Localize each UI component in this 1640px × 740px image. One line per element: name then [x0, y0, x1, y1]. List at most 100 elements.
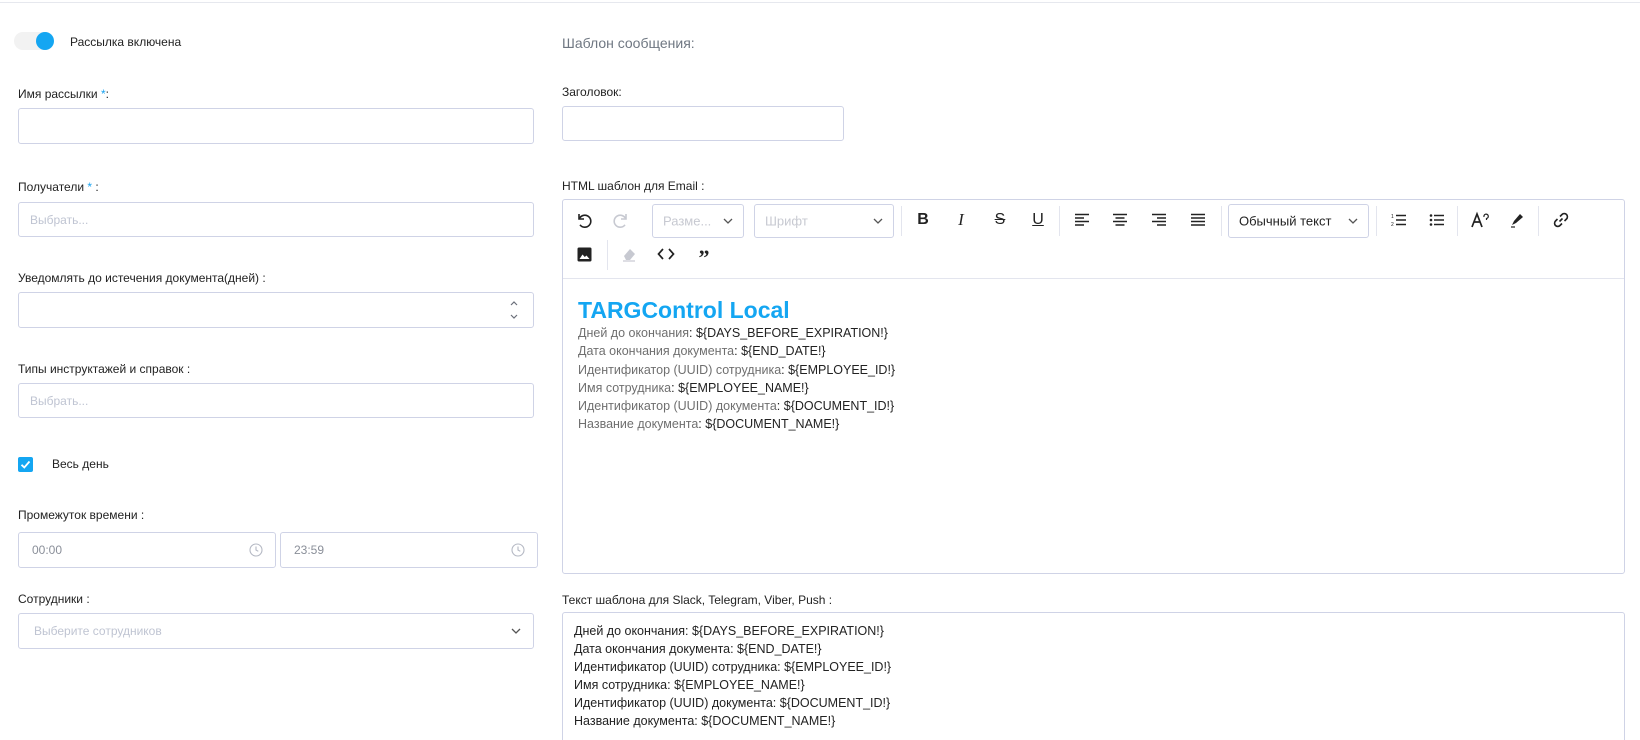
toolbar-divider	[607, 240, 608, 270]
html-line: Дата окончания документа: ${END_DATE!}	[578, 344, 826, 359]
html-line-key: Идентификатор (UUID) документа	[578, 399, 777, 414]
html-line-value: ${DOCUMENT_NAME!}	[705, 417, 840, 432]
text-line: Идентификатор (UUID) сотрудника: ${EMPLO…	[574, 660, 892, 674]
align-justify-icon[interactable]	[1184, 206, 1212, 234]
notify-days-label: Уведомлять до истечения документа(дней) …	[18, 271, 266, 285]
chevron-down-icon	[873, 217, 883, 225]
mailing-name-label: Имя рассылки *:	[18, 87, 109, 101]
link-icon[interactable]	[1547, 206, 1575, 234]
font-family-select[interactable]: Шрифт	[754, 204, 894, 238]
html-line-key: Дата окончания документа	[578, 344, 735, 359]
textarea-content: Дней до окончания: ${DAYS_BEFORE_EXPIRAT…	[574, 622, 891, 730]
text-line: Дата окончания документа: ${END_DATE!}	[574, 642, 822, 656]
html-line-key: Имя сотрудника	[578, 380, 672, 395]
label-suffix: :	[92, 180, 99, 194]
html-line-key: Идентификатор (UUID) сотрудника	[578, 362, 782, 377]
undo-icon[interactable]	[570, 206, 598, 234]
employees-select[interactable]: Выберите сотрудников	[18, 613, 534, 649]
italic-icon[interactable]: I	[947, 206, 975, 234]
html-line: Идентификатор (UUID) сотрудника: ${EMPLO…	[578, 362, 896, 377]
employees-label: Сотрудники :	[18, 592, 90, 606]
template-heading: TARGControl Local	[578, 297, 790, 323]
strikethrough-icon[interactable]: S	[986, 206, 1014, 234]
font-family-placeholder: Шрифт	[765, 213, 808, 229]
text-color-icon[interactable]	[1466, 206, 1494, 234]
html-line: Идентификатор (UUID) документа: ${DOCUME…	[578, 399, 895, 414]
subject-input[interactable]	[562, 106, 844, 141]
start-time-value: 00:00	[32, 543, 63, 557]
blockquote-icon[interactable]: ”	[690, 240, 718, 270]
chevron-down-icon	[511, 627, 521, 635]
instruction-types-select[interactable]: Выбрать...	[18, 383, 534, 418]
bullet-list-icon[interactable]	[1423, 206, 1451, 234]
text-line: Идентификатор (UUID) документа: ${DOCUME…	[574, 696, 891, 710]
time-range-label: Промежуток времени :	[18, 508, 145, 522]
clock-icon	[511, 543, 525, 557]
text-line: Имя сотрудника: ${EMPLOYEE_NAME!}	[574, 678, 805, 692]
toolbar-divider	[1376, 206, 1377, 236]
underline-icon[interactable]: U	[1024, 206, 1052, 234]
image-icon[interactable]	[570, 240, 598, 268]
template-section-title: Шаблон сообщения:	[562, 35, 695, 51]
align-left-icon[interactable]	[1068, 206, 1096, 234]
editor-content[interactable]: TARGControl Local Дней до окончания: ${D…	[578, 296, 895, 434]
number-stepper[interactable]	[509, 299, 519, 321]
html-line-key: Название документа	[578, 417, 699, 432]
toolbar-divider	[1457, 206, 1458, 236]
html-line-key: Дней до окончания	[578, 326, 690, 340]
html-template-editor[interactable]: Разме... Шрифт B I S U Обычный текст 1 2…	[562, 199, 1625, 574]
chevron-down-icon	[1348, 217, 1358, 225]
toolbar-divider	[1538, 206, 1539, 236]
html-line-value: ${END_DATE!}	[741, 344, 826, 359]
mailing-name-label-text: Имя рассылки	[18, 87, 98, 101]
bold-icon[interactable]: B	[909, 206, 937, 234]
align-center-icon[interactable]	[1106, 206, 1134, 234]
recipients-select[interactable]: Выбрать...	[18, 202, 534, 237]
top-divider	[0, 2, 1640, 3]
all-day-label: Весь день	[52, 457, 109, 471]
redo-icon[interactable]	[607, 206, 635, 234]
text-template-textarea[interactable]: Дней до окончания: ${DAYS_BEFORE_EXPIRAT…	[562, 612, 1625, 740]
chevron-down-icon	[723, 217, 733, 225]
block-format-value: Обычный текст	[1239, 213, 1332, 229]
employees-placeholder: Выберите сотрудников	[34, 624, 162, 638]
notify-days-input[interactable]	[18, 292, 534, 328]
html-line: Дней до окончания: ${DAYS_BEFORE_EXPIRAT…	[578, 326, 888, 340]
align-right-icon[interactable]	[1145, 206, 1173, 234]
end-time-input[interactable]: 23:59	[280, 532, 538, 568]
html-line: Название документа: ${DOCUMENT_NAME!}	[578, 417, 840, 432]
text-line: Название документа: ${DOCUMENT_NAME!}	[574, 714, 836, 728]
check-icon	[20, 460, 31, 469]
svg-text:2: 2	[1391, 222, 1394, 227]
highlight-icon[interactable]	[1503, 206, 1531, 234]
html-line-value: ${DOCUMENT_ID!}	[783, 399, 895, 414]
text-template-label: Текст шаблона для Slack, Telegram, Viber…	[562, 593, 833, 607]
editor-toolbar: Разме... Шрифт B I S U Обычный текст 1 2…	[563, 200, 1624, 279]
font-size-placeholder: Разме...	[663, 213, 712, 229]
toolbar-divider	[1059, 206, 1060, 236]
toolbar-divider	[1221, 206, 1222, 236]
subject-label: Заголовок:	[562, 85, 622, 99]
font-size-select[interactable]: Разме...	[652, 204, 744, 238]
text-line: Дней до окончания: ${DAYS_BEFORE_EXPIRAT…	[574, 624, 884, 638]
end-time-value: 23:59	[294, 543, 325, 557]
instruction-types-placeholder: Выбрать...	[30, 393, 89, 408]
label-suffix: :	[105, 87, 109, 101]
block-format-select[interactable]: Обычный текст	[1228, 204, 1369, 238]
toggle-knob	[36, 32, 54, 50]
svg-text:1: 1	[1391, 214, 1394, 220]
html-line-value: ${EMPLOYEE_ID!}	[788, 362, 896, 377]
start-time-input[interactable]: 00:00	[18, 532, 276, 568]
mailing-enabled-toggle[interactable]	[14, 29, 58, 53]
mailing-enabled-label: Рассылка включена	[70, 35, 182, 49]
html-line-value: ${DAYS_BEFORE_EXPIRATION!}	[695, 326, 888, 340]
mailing-name-input[interactable]	[18, 108, 534, 144]
recipients-placeholder: Выбрать...	[30, 212, 89, 227]
all-day-checkbox[interactable]	[18, 457, 33, 472]
instruction-types-label: Типы инструктажей и справок :	[18, 362, 191, 376]
numbered-list-icon[interactable]: 12	[1385, 206, 1413, 234]
html-line: Имя сотрудника: ${EMPLOYEE_NAME!}	[578, 380, 809, 395]
clock-icon	[249, 543, 263, 557]
code-view-icon[interactable]	[652, 240, 680, 268]
eraser-icon[interactable]	[615, 240, 643, 268]
